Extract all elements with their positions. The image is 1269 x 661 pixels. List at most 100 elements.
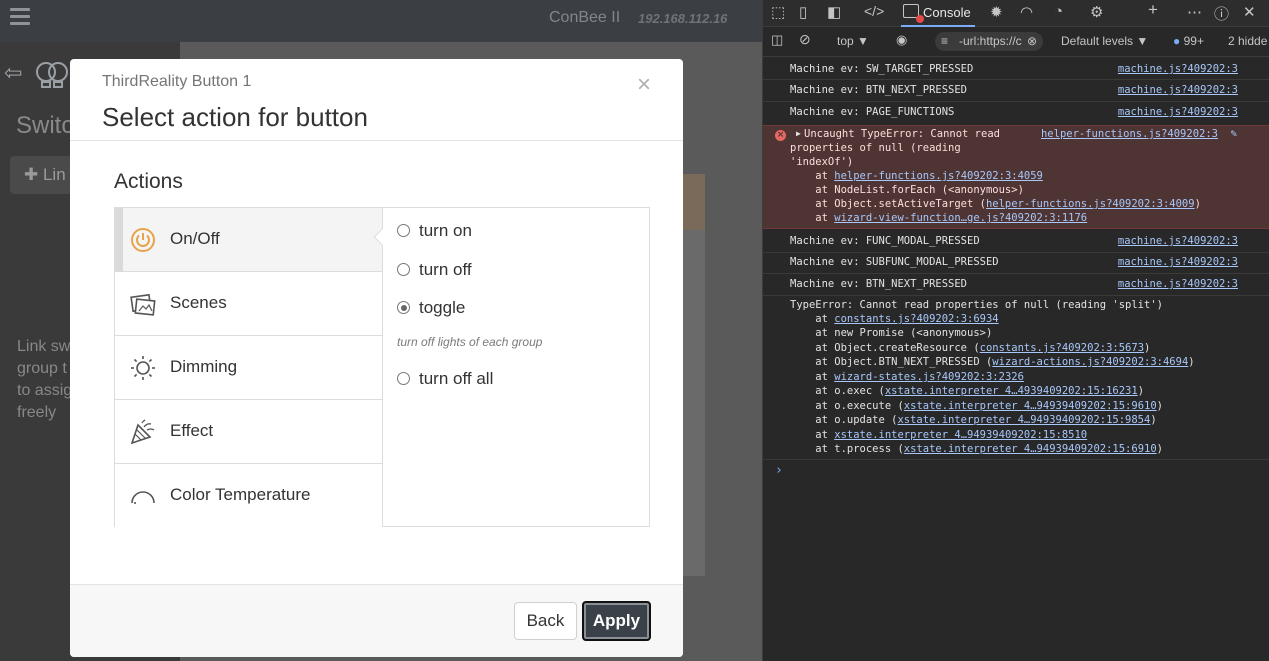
action-item-color-temperature[interactable]: Color Temperature xyxy=(115,464,382,528)
log-separator xyxy=(763,459,1269,460)
error-text: properties of null (reading xyxy=(790,142,961,154)
error-source-link[interactable]: helper-functions.js?409202:3 xyxy=(1041,128,1218,140)
devtools-tab-bar: ⬚ ▯ ◧ </> Console ✹ ◠ ◔ ⚙ + ⋯ ⓘ ✕ xyxy=(763,0,1269,27)
brand-name: ConBee II xyxy=(549,9,621,26)
live-expression-icon[interactable]: ◉ xyxy=(896,32,907,48)
radio-icon[interactable] xyxy=(397,224,410,237)
plus-icon: ✚ xyxy=(24,165,43,184)
add-tab-icon[interactable]: + xyxy=(1148,0,1158,20)
stack-link[interactable]: xstate.interpreter 4…4939409202:15:16231 xyxy=(885,385,1138,397)
hamburger-menu-icon[interactable] xyxy=(10,8,30,26)
stack-line: at o.exec (xstate.interpreter 4…49394092… xyxy=(790,385,1145,397)
log-text: Machine ev: SUBFUNC_MODAL_PRESSED xyxy=(790,256,999,268)
stack-link[interactable]: constants.js?409202:3:5673 xyxy=(980,342,1144,354)
log-separator xyxy=(763,295,1269,296)
filter-value: -url:https://c xyxy=(959,34,1022,48)
stack-line: at constants.js?409202:3:6934 xyxy=(790,313,999,325)
log-text: Machine ev: SW_TARGET_PRESSED xyxy=(790,63,974,75)
help-icon[interactable]: ⓘ xyxy=(1214,3,1229,24)
close-devtools-icon[interactable]: ✕ xyxy=(1243,3,1256,21)
chevron-down-icon: ▼ xyxy=(1136,34,1149,48)
console-prompt[interactable]: › xyxy=(775,463,783,478)
back-arrow-icon[interactable]: ⇦ xyxy=(4,60,22,86)
filter-input[interactable]: ≡ -url:https://c ⊗ xyxy=(935,32,1043,51)
stack-link[interactable]: helper-functions.js?409202:3:4009 xyxy=(986,198,1195,210)
bug-icon[interactable]: ✹ xyxy=(990,3,1003,21)
log-separator xyxy=(763,101,1269,102)
edit-icon[interactable]: ✎ xyxy=(1230,127,1237,140)
gear-icon[interactable]: ⚙ xyxy=(1090,3,1103,21)
network-icon[interactable]: ◠ xyxy=(1020,3,1033,21)
device-toolbar-icon[interactable]: ▯ xyxy=(799,3,807,21)
error-text: Uncaught TypeError: Cannot read xyxy=(804,128,1000,140)
stack-link[interactable]: helper-functions.js?409202:3:4059 xyxy=(834,170,1043,182)
log-text: Machine ev: PAGE_FUNCTIONS xyxy=(790,106,955,118)
background-panel-edge xyxy=(683,230,705,576)
option-label: turn off xyxy=(419,260,472,279)
stack-line: at new Promise (<anonymous>) xyxy=(790,327,993,339)
stack-link[interactable]: xstate.interpreter 4…94939409202:15:9610 xyxy=(904,400,1157,412)
more-icon[interactable]: ⋯ xyxy=(1187,3,1202,21)
radio-icon[interactable] xyxy=(397,372,410,385)
header-divider xyxy=(70,140,683,141)
log-text: Machine ev: BTN_NEXT_PRESSED xyxy=(790,278,968,290)
console-toolbar: ◫ ⊘ top ▼ ◉ ≡ -url:https://c ⊗ Default l… xyxy=(763,28,1269,57)
panel-pointer-cover xyxy=(383,208,385,526)
log-source-link[interactable]: machine.js?409202:3 xyxy=(1118,256,1238,268)
action-item-dimming[interactable]: Dimming xyxy=(115,336,382,400)
back-button[interactable]: Back xyxy=(514,602,577,640)
power-icon xyxy=(131,228,155,252)
stack-link[interactable]: xstate.interpreter 4…94939409202:15:8510 xyxy=(834,429,1087,441)
close-icon[interactable]: × xyxy=(634,71,654,98)
stack-link[interactable]: wizard-states.js?409202:3:2326 xyxy=(834,371,1024,383)
log-source-link[interactable]: machine.js?409202:3 xyxy=(1118,63,1238,75)
performance-icon[interactable]: ◔ xyxy=(1054,3,1063,20)
context-select[interactable]: top ▼ xyxy=(837,34,869,48)
message-count: 99+ xyxy=(1183,34,1204,48)
action-item-on-off[interactable]: On/Off xyxy=(115,208,382,272)
log-source-link[interactable]: machine.js?409202:3 xyxy=(1118,106,1238,118)
inspect-icon[interactable]: ⬚ xyxy=(771,3,785,21)
log-source-link[interactable]: machine.js?409202:3 xyxy=(1118,235,1238,247)
top-bar: ConBee II 192.168.112.16 xyxy=(0,0,762,42)
modal-subtitle: ThirdReality Button 1 xyxy=(102,73,252,90)
stack-link[interactable]: xstate.interpreter 4…94939409202:15:9854 xyxy=(897,414,1150,426)
hidden-count: 2 hidde xyxy=(1228,34,1268,48)
options-panel xyxy=(382,207,650,527)
option-hint: turn off lights of each group xyxy=(397,335,543,349)
clear-console-icon[interactable]: ⊘ xyxy=(799,31,811,48)
log-source-link[interactable]: machine.js?409202:3 xyxy=(1118,278,1238,290)
stack-link[interactable]: wizard-actions.js?409202:3:4694 xyxy=(992,356,1188,368)
action-item-effect[interactable]: Effect xyxy=(115,400,382,464)
sidebar-icon[interactable]: ◧ xyxy=(827,3,841,21)
log-separator xyxy=(763,252,1269,253)
clear-filter-icon[interactable]: ⊗ xyxy=(1027,34,1037,48)
sun-icon xyxy=(131,356,155,380)
stack-link[interactable]: wizard-view-function…ge.js?409202:3:1176 xyxy=(834,212,1087,224)
action-item-scenes[interactable]: Scenes xyxy=(115,272,382,336)
link-button-label: Lin xyxy=(42,165,66,184)
stack-link[interactable]: constants.js?409202:3:6934 xyxy=(834,313,998,325)
tab-console-label: Console xyxy=(923,5,971,20)
stack-line: at wizard-states.js?409202:3:2326 xyxy=(790,371,1024,383)
apply-button[interactable]: Apply xyxy=(582,601,651,641)
elements-icon[interactable]: </> xyxy=(864,3,884,19)
log-text: Machine ev: BTN_NEXT_PRESSED xyxy=(790,84,968,96)
log-text: Machine ev: FUNC_MODAL_PRESSED xyxy=(790,235,980,247)
message-count-badge[interactable]: ● 99+ xyxy=(1173,34,1204,48)
radio-icon[interactable] xyxy=(397,263,410,276)
error-entry: × ▶ Uncaught TypeError: Cannot read help… xyxy=(763,125,1269,229)
expand-triangle-icon[interactable]: ▶ xyxy=(796,129,801,138)
context-label: top xyxy=(837,34,854,48)
levels-select[interactable]: Default levels ▼ xyxy=(1061,34,1148,48)
type-error-text: TypeError: Cannot read properties of nul… xyxy=(790,299,1163,311)
radio-selected-icon[interactable] xyxy=(397,301,410,314)
action-label: On/Off xyxy=(170,229,220,248)
stack-link[interactable]: xstate.interpreter 4…94939409202:15:6910 xyxy=(904,443,1157,455)
stack-line: at o.update (xstate.interpreter 4…949394… xyxy=(790,414,1157,426)
tab-console[interactable]: Console xyxy=(901,0,975,27)
log-source-link[interactable]: machine.js?409202:3 xyxy=(1118,84,1238,96)
sidebar-toggle-icon[interactable]: ◫ xyxy=(771,32,783,48)
stack-line: at Object.setActiveTarget (helper-functi… xyxy=(790,198,1201,210)
error-text: 'indexOf') xyxy=(790,156,854,168)
